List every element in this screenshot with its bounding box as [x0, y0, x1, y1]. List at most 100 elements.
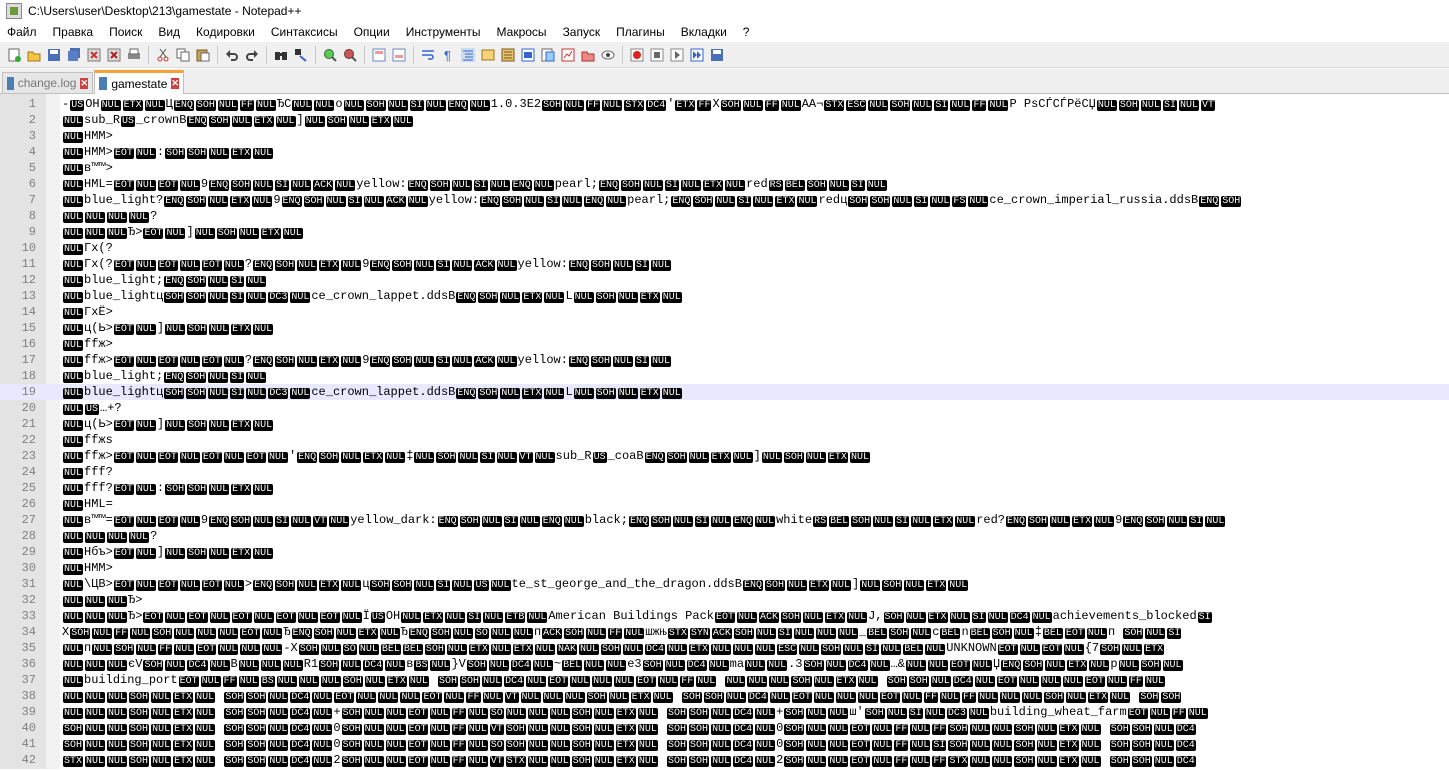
indent-guide-icon[interactable]	[460, 47, 476, 63]
code-line[interactable]: 23 NUL ffж> EOT NUL EOT NUL EOT NUL EOT NUL ' ENQ SOH…	[0, 448, 1449, 464]
save-macro-icon[interactable]	[709, 47, 725, 63]
menu-language[interactable]: Синтаксисы	[263, 22, 346, 42]
menu-file[interactable]: Файл	[0, 22, 45, 42]
code-line[interactable]: 31 NUL \ЦВ> EOT NUL EOT NUL EOT NUL > ENQ SOH NUL ETX…	[0, 576, 1449, 592]
code-line[interactable]: 7 NUL blue_light? ENQ SOH NUL ETX NUL 9 ENQ SOH NUL…	[0, 192, 1449, 208]
menu-encoding[interactable]: Кодировки	[188, 22, 263, 42]
zoom-out-icon[interactable]	[342, 47, 358, 63]
undo-icon[interactable]	[224, 47, 240, 63]
replace-icon[interactable]	[293, 47, 309, 63]
code-line[interactable]: 38 NUL NUL NUL SOH NUL ETX NUL SOH SOH NUL DC4 NUL E…	[0, 688, 1449, 704]
line-number: 13	[21, 289, 36, 303]
code-line[interactable]: 21 NUL ц(Ь> EOT NUL] NUL SOH NUL ETX NUL	[0, 416, 1449, 432]
tab-change-log[interactable]: change.log ✕	[2, 72, 93, 93]
sync-vertical-icon[interactable]	[371, 47, 387, 63]
menu-macro[interactable]: Макросы	[489, 22, 555, 42]
code-line[interactable]: 19 NUL blue_lightц SOH SOH NUL SI NUL DC3 NUL ce_c…	[0, 384, 1449, 400]
run-macro-multiple-icon[interactable]	[689, 47, 705, 63]
find-icon[interactable]	[273, 47, 289, 63]
code-line[interactable]: 35 NUL п NUL SOH NUL FF NUL EOT NUL NUL NUL -X SOH NUL…	[0, 640, 1449, 656]
stop-macro-icon[interactable]	[649, 47, 665, 63]
code-line[interactable]: 17 NUL ffж> EOT NUL EOT NUL EOT NUL? ENQ SOH NUL ETX…	[0, 352, 1449, 368]
code-line[interactable]: 4 NUL HMM> EOT NUL: SOH SOH NUL ETX NUL	[0, 144, 1449, 160]
play-macro-icon[interactable]	[669, 47, 685, 63]
sync-horizontal-icon[interactable]	[391, 47, 407, 63]
line-number: 17	[21, 353, 36, 367]
open-file-icon[interactable]	[26, 47, 42, 63]
redo-icon[interactable]	[244, 47, 260, 63]
code-line[interactable]: 36 NUL NUL NUL єV SOH NUL DC4 NUL B NUL NUL NUL R1 SOH…	[0, 656, 1449, 672]
code-line[interactable]: 13 NUL blue_lightц SOH SOH NUL SI NUL DC3 NUL ce_c…	[0, 288, 1449, 304]
code-line[interactable]: 42 STX NUL NUL SOH NUL ETX NUL SOH SOH NUL DC4 NUL 2…	[0, 752, 1449, 768]
close-tab-icon[interactable]: ✕	[171, 78, 179, 89]
record-macro-icon[interactable]	[629, 47, 645, 63]
cut-icon[interactable]	[155, 47, 171, 63]
editor-pane[interactable]: 1- US OH NUL ETX NUL Ц ENQ SOH NUL FF NUL ЂC NUL NUL o N…	[0, 94, 1449, 769]
code-line[interactable]: 8 NUL NUL NUL NUL?	[0, 208, 1449, 224]
code-line[interactable]: 1- US OH NUL ETX NUL Ц ENQ SOH NUL FF NUL ЂC NUL NUL o N…	[0, 96, 1449, 112]
code-line[interactable]: 25 NUL fff? EOT NUL: SOH SOH NUL ETX NUL	[0, 480, 1449, 496]
close-all-icon[interactable]	[106, 47, 122, 63]
line-number: 7	[28, 193, 36, 207]
code-line[interactable]: 6 NUL HML= EOT NUL EOT NUL 9 ENQ SOH NUL SI NUL ACK NU…	[0, 176, 1449, 192]
close-tab-icon[interactable]: ✕	[80, 77, 88, 89]
code-line[interactable]: 11 NUL Гх(? EOT NUL EOT NUL EOT NUL? ENQ SOH NUL ETX…	[0, 256, 1449, 272]
code-line[interactable]: 12 NUL blue_light; ENQ SOH NUL SI NUL	[0, 272, 1449, 288]
save-all-icon[interactable]	[66, 47, 82, 63]
code-line[interactable]: 33 NUL NUL NUL Ђ> EOT NUL EOT NUL EOT NUL EOT NUL EOT…	[0, 608, 1449, 624]
new-file-icon[interactable]	[6, 47, 22, 63]
code-line[interactable]: 41 SOH NUL NUL SOH NUL ETX NUL SOH SOH NUL DC4 NUL 0…	[0, 736, 1449, 752]
folder-workspace-icon[interactable]	[540, 47, 556, 63]
line-number: 18	[21, 369, 36, 383]
code-line[interactable]: 14 NUL ГхЁ>	[0, 304, 1449, 320]
open-folder-icon[interactable]	[580, 47, 596, 63]
menu-search[interactable]: Поиск	[101, 22, 150, 42]
code-line[interactable]: 24 NUL fff?	[0, 464, 1449, 480]
monitoring-icon[interactable]	[560, 47, 576, 63]
code-line[interactable]: 22 NUL ffжs	[0, 432, 1449, 448]
close-icon[interactable]	[86, 47, 102, 63]
code-line[interactable]: 18 NUL blue_light; ENQ SOH NUL SI NUL	[0, 368, 1449, 384]
user-language-icon[interactable]	[480, 47, 496, 63]
print-icon[interactable]	[126, 47, 142, 63]
menu-help[interactable]: ?	[735, 22, 758, 42]
menu-edit[interactable]: Правка	[45, 22, 102, 42]
code-line[interactable]: 40 SOH NUL NUL SOH NUL ETX NUL SOH SOH NUL DC4 NUL 0…	[0, 720, 1449, 736]
save-icon[interactable]	[46, 47, 62, 63]
code-line[interactable]: 39 NUL NUL NUL SOH NUL ETX NUL SOH SOH NUL DC4 NUL +…	[0, 704, 1449, 720]
menu-window[interactable]: Вкладки	[673, 22, 735, 42]
tab-bar: change.log ✕ gamestate ✕	[0, 69, 1449, 94]
menu-view[interactable]: Вид	[150, 22, 188, 42]
tab-gamestate[interactable]: gamestate ✕	[94, 70, 184, 94]
code-line[interactable]: 32 NUL NUL NUL Ђ>	[0, 592, 1449, 608]
code-line[interactable]: 9 NUL NUL NUL Ђ> EOT NUL] NUL SOH NUL ETX NUL	[0, 224, 1449, 240]
code-line[interactable]: 27 NUL в™™= EOT NUL EOT NUL 9 ENQ SOH NUL SI NUL VT NU…	[0, 512, 1449, 528]
doc-map-icon[interactable]	[500, 47, 516, 63]
word-wrap-icon[interactable]	[420, 47, 436, 63]
code-line[interactable]: 5 NUL в™™>	[0, 160, 1449, 176]
menu-run[interactable]: Запуск	[555, 22, 609, 42]
code-line[interactable]: 26 NUL HML=	[0, 496, 1449, 512]
code-line[interactable]: 15 NUL ц(Ь> EOT NUL] NUL SOH NUL ETX NUL	[0, 320, 1449, 336]
line-number: 21	[21, 417, 36, 431]
code-line[interactable]: 28 NUL NUL NUL NUL?	[0, 528, 1449, 544]
menu-plugins[interactable]: Плагины	[608, 22, 673, 42]
preview-icon[interactable]	[600, 47, 616, 63]
show-all-chars-icon[interactable]: ¶	[440, 47, 456, 63]
menu-settings[interactable]: Опции	[346, 22, 398, 42]
code-line[interactable]: 20 NUL US …+?	[0, 400, 1449, 416]
code-line[interactable]: 16 NUL ffж>	[0, 336, 1449, 352]
code-line[interactable]: 3 NUL HMM>	[0, 128, 1449, 144]
code-line[interactable]: 29 NUL Нбъ> EOT NUL] NUL SOH NUL ETX NUL	[0, 544, 1449, 560]
function-list-icon[interactable]	[520, 47, 536, 63]
code-line[interactable]: 2 NUL sub_R US _crownB ENQ SOH NUL ETX NUL] NUL SOH…	[0, 112, 1449, 128]
menu-tools[interactable]: Инструменты	[398, 22, 489, 42]
copy-icon[interactable]	[175, 47, 191, 63]
paste-icon[interactable]	[195, 47, 211, 63]
code-line[interactable]: 10 NUL Гх(?	[0, 240, 1449, 256]
zoom-in-icon[interactable]	[322, 47, 338, 63]
code-line[interactable]: 37 NUL building_port EOT NUL FF NUL BS NUL NUL NUL…	[0, 672, 1449, 688]
toolbar-separator	[217, 45, 218, 64]
code-line[interactable]: 34 X SOH NUL FF NUL SOH NUL NUL NUL EOT NUL Ђ ENQ SOH N…	[0, 624, 1449, 640]
code-line[interactable]: 30 NUL HMM>	[0, 560, 1449, 576]
